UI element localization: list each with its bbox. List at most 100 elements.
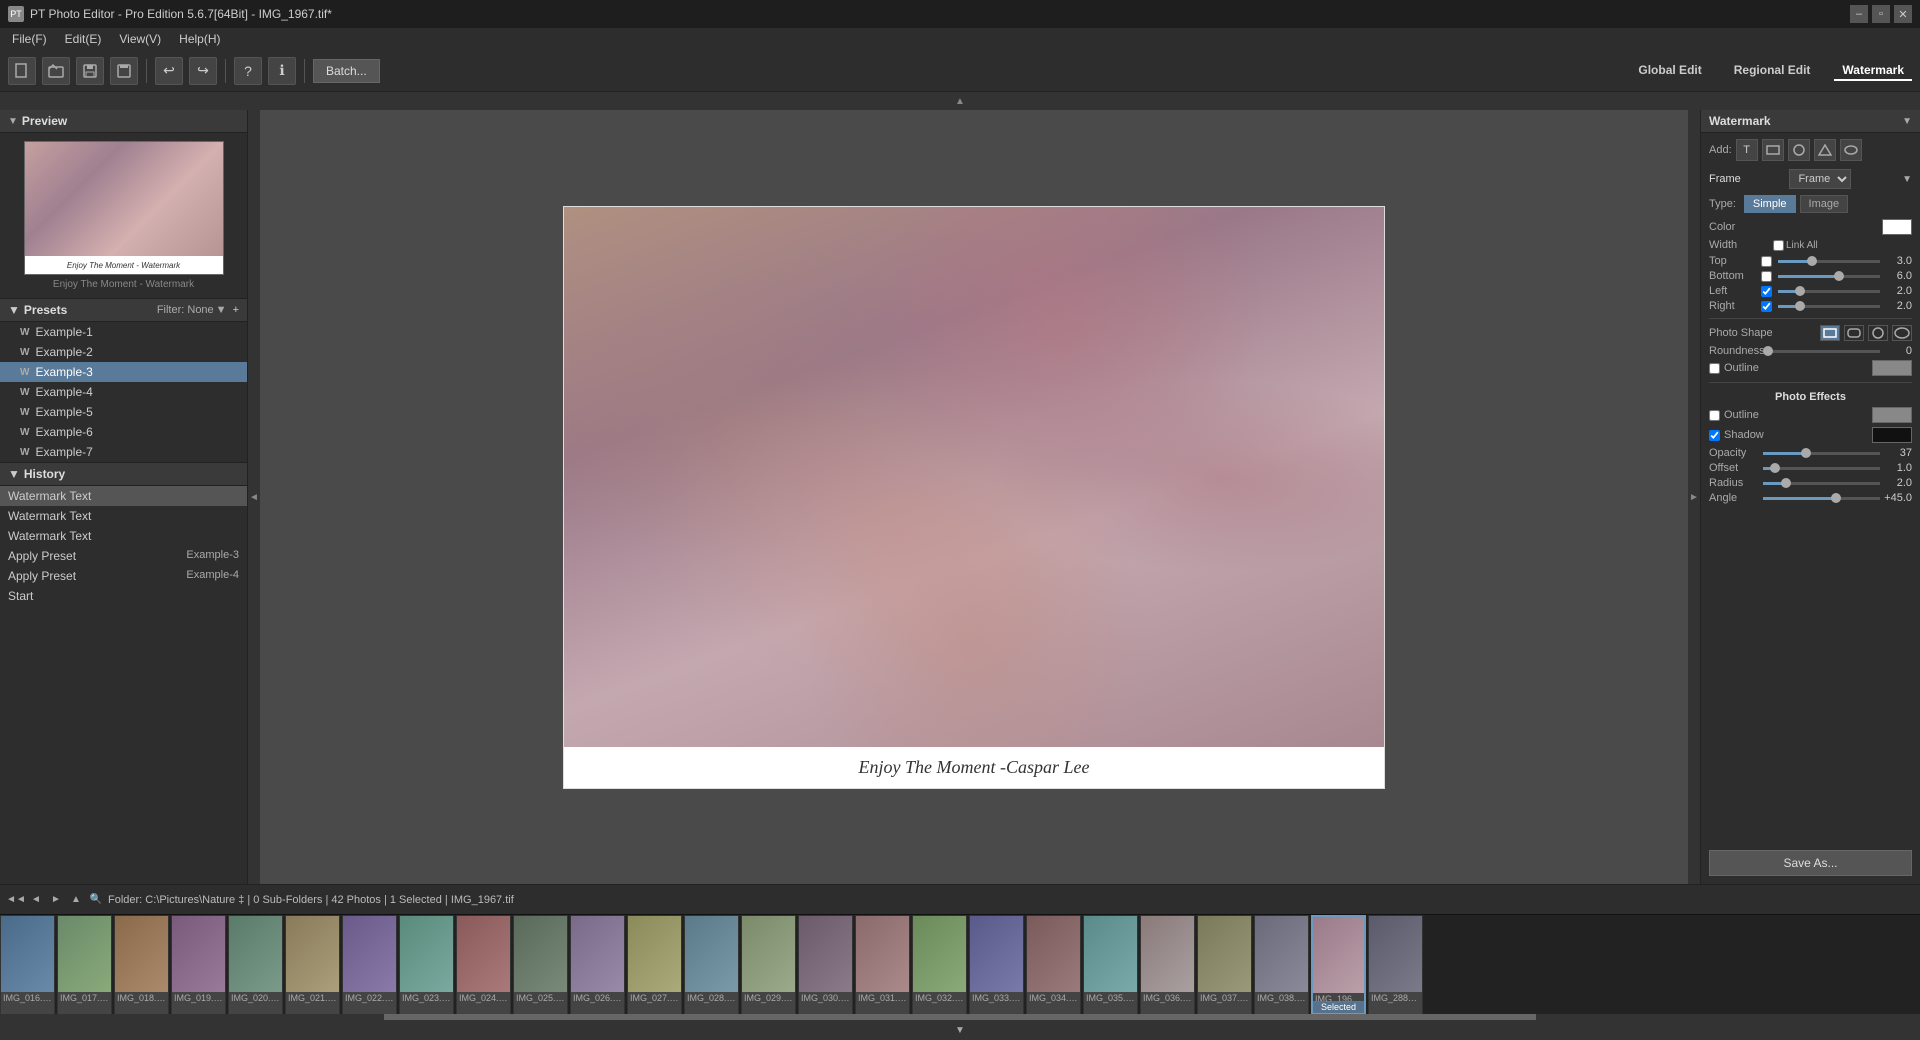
preset-item-example1[interactable]: W Example-1 bbox=[0, 322, 247, 342]
opacity-slider[interactable] bbox=[1763, 452, 1880, 455]
film-item-10[interactable]: IMG_026.jpg bbox=[570, 915, 625, 1014]
film-item-16[interactable]: IMG_032.jpg bbox=[912, 915, 967, 1014]
film-item-19[interactable]: IMG_035.png bbox=[1083, 915, 1138, 1014]
film-item-13[interactable]: IMG_029.jpg bbox=[741, 915, 796, 1014]
redo-button[interactable]: ↪ bbox=[189, 57, 217, 85]
film-item-1[interactable]: IMG_017.jpg bbox=[57, 915, 112, 1014]
radius-thumb[interactable] bbox=[1781, 478, 1791, 488]
nav-next-button[interactable]: ► bbox=[48, 892, 64, 908]
film-item-12[interactable]: IMG_028.jpg bbox=[684, 915, 739, 1014]
left-slider-thumb[interactable] bbox=[1795, 286, 1805, 296]
filmstrip-scroll-thumb[interactable] bbox=[384, 1014, 1536, 1020]
top-slider-track[interactable] bbox=[1778, 260, 1880, 263]
undo-button[interactable]: ↩ bbox=[155, 57, 183, 85]
film-item-17[interactable]: IMG_033.cr2 bbox=[969, 915, 1024, 1014]
nav-back-button[interactable]: ◄◄ bbox=[8, 892, 24, 908]
add-text-icon[interactable]: T bbox=[1736, 139, 1758, 161]
film-item-2[interactable]: IMG_018.jpg bbox=[114, 915, 169, 1014]
effects-outline-checkbox[interactable] bbox=[1709, 410, 1720, 421]
presets-filter[interactable]: Filter: None ▼ + bbox=[157, 304, 239, 316]
bottom-collapse-button[interactable]: ▼ bbox=[0, 1020, 1920, 1040]
preset-item-example2[interactable]: W Example-2 bbox=[0, 342, 247, 362]
batch-button[interactable]: Batch... bbox=[313, 59, 380, 83]
preset-item-example5[interactable]: W Example-5 bbox=[0, 402, 247, 422]
shadow-checkbox[interactable] bbox=[1709, 430, 1720, 441]
type-image-button[interactable]: Image bbox=[1800, 195, 1849, 213]
history-item-2[interactable]: Watermark Text bbox=[0, 526, 247, 546]
radius-slider[interactable] bbox=[1763, 482, 1880, 485]
right-expand-handle[interactable]: ► bbox=[1688, 110, 1700, 884]
film-item-5[interactable]: IMG_021.jpg bbox=[285, 915, 340, 1014]
menu-edit[interactable]: Edit(E) bbox=[57, 30, 110, 48]
nav-up-button[interactable]: ▲ bbox=[68, 892, 84, 908]
left-slider-track[interactable] bbox=[1778, 290, 1880, 293]
add-preset-button[interactable]: + bbox=[233, 304, 239, 316]
angle-thumb[interactable] bbox=[1831, 493, 1841, 503]
watermark-section-header[interactable]: Watermark ▼ bbox=[1701, 110, 1920, 133]
shadow-swatch[interactable] bbox=[1872, 427, 1912, 443]
color-swatch[interactable] bbox=[1882, 219, 1912, 235]
right-slider-thumb[interactable] bbox=[1795, 301, 1805, 311]
offset-slider[interactable] bbox=[1763, 467, 1880, 470]
film-item-20[interactable]: IMG_036.jpg bbox=[1140, 915, 1195, 1014]
film-item-14[interactable]: IMG_030.jpg bbox=[798, 915, 853, 1014]
history-item-3[interactable]: Apply Preset Example-3 bbox=[0, 546, 247, 566]
film-item-18[interactable]: IMG_034.jpg bbox=[1026, 915, 1081, 1014]
help-button[interactable]: ? bbox=[234, 57, 262, 85]
save-button[interactable] bbox=[76, 57, 104, 85]
minimize-button[interactable]: – bbox=[1850, 5, 1868, 23]
open-button[interactable] bbox=[42, 57, 70, 85]
film-item-4[interactable]: IMG_020.jpg bbox=[228, 915, 283, 1014]
film-item-7[interactable]: IMG_023.jpg bbox=[399, 915, 454, 1014]
shape-round-rect-icon[interactable] bbox=[1844, 325, 1864, 341]
tab-global-edit[interactable]: Global Edit bbox=[1630, 61, 1709, 81]
close-button[interactable]: ✕ bbox=[1894, 5, 1912, 23]
film-item-11[interactable]: IMG_027.jpg bbox=[627, 915, 682, 1014]
history-item-5[interactable]: Start bbox=[0, 586, 247, 606]
menu-file[interactable]: File(F) bbox=[4, 30, 55, 48]
left-checkbox[interactable] bbox=[1761, 286, 1772, 297]
film-item-22[interactable]: IMG_038.jpg bbox=[1254, 915, 1309, 1014]
angle-slider[interactable] bbox=[1763, 497, 1880, 500]
film-item-3[interactable]: IMG_019.jpg bbox=[171, 915, 226, 1014]
bottom-slider-track[interactable] bbox=[1778, 275, 1880, 278]
type-simple-button[interactable]: Simple bbox=[1744, 195, 1796, 213]
tab-regional-edit[interactable]: Regional Edit bbox=[1726, 61, 1819, 81]
top-collapse-button[interactable]: ▲ bbox=[0, 92, 1920, 110]
bottom-slider-thumb[interactable] bbox=[1834, 271, 1844, 281]
shape-ellipse-icon[interactable] bbox=[1892, 325, 1912, 341]
info-button[interactable]: ℹ bbox=[268, 57, 296, 85]
link-all-input[interactable] bbox=[1773, 240, 1784, 251]
roundness-thumb[interactable] bbox=[1763, 346, 1773, 356]
film-item-9[interactable]: IMG_025.jpg bbox=[513, 915, 568, 1014]
bottom-checkbox[interactable] bbox=[1761, 271, 1772, 282]
search-button[interactable]: 🔍 bbox=[88, 892, 104, 908]
offset-thumb[interactable] bbox=[1770, 463, 1780, 473]
shape-rect-icon[interactable] bbox=[1820, 325, 1840, 341]
film-item-24[interactable]: IMG_2883.CR2 bbox=[1368, 915, 1423, 1014]
history-item-1[interactable]: Watermark Text bbox=[0, 506, 247, 526]
history-section-header[interactable]: ▼ History bbox=[0, 462, 247, 486]
nav-prev-button[interactable]: ◄ bbox=[28, 892, 44, 908]
film-item-15[interactable]: IMG_031.png bbox=[855, 915, 910, 1014]
preset-item-example3[interactable]: W Example-3 bbox=[0, 362, 247, 382]
tab-watermark[interactable]: Watermark bbox=[1834, 61, 1912, 81]
preview-section-header[interactable]: ▼ Preview bbox=[0, 110, 247, 133]
outline-checkbox[interactable] bbox=[1709, 363, 1720, 374]
roundness-slider[interactable] bbox=[1763, 350, 1880, 353]
shape-circle-icon[interactable] bbox=[1868, 325, 1888, 341]
maximize-button[interactable]: ▫ bbox=[1872, 5, 1890, 23]
history-item-0[interactable]: Watermark Text bbox=[0, 486, 247, 506]
top-checkbox[interactable] bbox=[1761, 256, 1772, 267]
film-item-6[interactable]: IMG_022.jpg bbox=[342, 915, 397, 1014]
presets-section-header[interactable]: ▼ Presets Filter: None ▼ + bbox=[0, 298, 247, 322]
preset-item-example4[interactable]: W Example-4 bbox=[0, 382, 247, 402]
add-circle-icon[interactable] bbox=[1788, 139, 1810, 161]
filmstrip-scrollbar[interactable] bbox=[0, 1014, 1920, 1020]
top-slider-thumb[interactable] bbox=[1807, 256, 1817, 266]
left-expand-handle[interactable]: ◄ bbox=[248, 110, 260, 884]
history-item-4[interactable]: Apply Preset Example-4 bbox=[0, 566, 247, 586]
right-checkbox[interactable] bbox=[1761, 301, 1772, 312]
menu-help[interactable]: Help(H) bbox=[171, 30, 228, 48]
outline-swatch[interactable] bbox=[1872, 360, 1912, 376]
